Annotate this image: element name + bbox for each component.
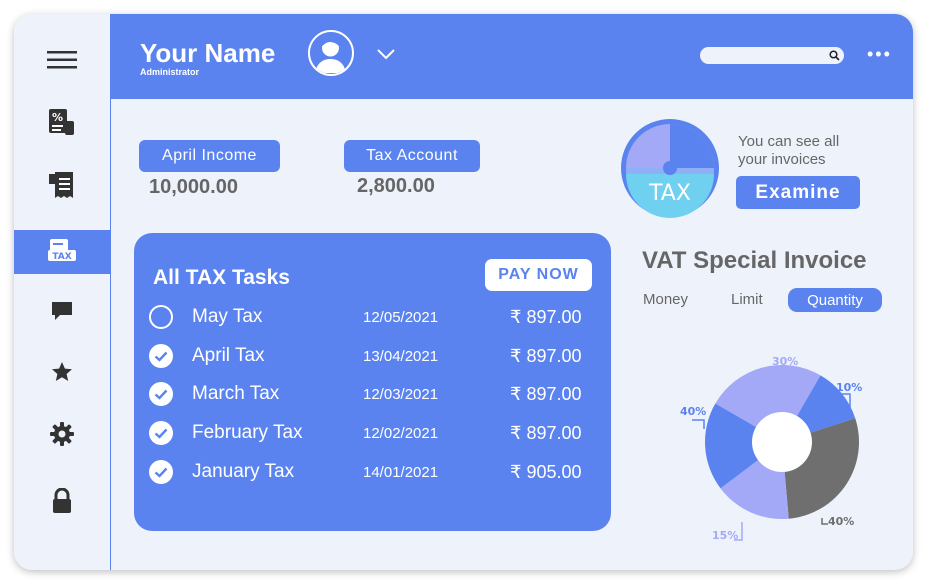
- tax-gauge: TAX: [620, 118, 720, 218]
- task-date: 13/04/2021: [363, 347, 439, 365]
- tasks-title: All TAX Tasks: [153, 266, 290, 289]
- task-name: May Tax: [192, 306, 263, 327]
- tax-account-label: Tax Account: [344, 140, 480, 172]
- check-circle-icon[interactable]: [149, 382, 173, 407]
- tax-gauge-label: TAX: [648, 181, 691, 206]
- task-name: March Tax: [192, 383, 280, 405]
- april-income-label: April Income: [139, 140, 280, 172]
- task-row[interactable]: March Tax 12/03/2021 ₹ 897.00: [134, 379, 611, 409]
- percent-receipt-icon[interactable]: %: [14, 100, 110, 144]
- sidebar-item-tax[interactable]: TAX: [14, 230, 110, 274]
- more-options-icon[interactable]: •••: [867, 44, 892, 65]
- task-date: 14/01/2021: [363, 463, 439, 481]
- receipt-icon[interactable]: [14, 163, 110, 207]
- tax-tasks-card: All TAX Tasks PAY NOW May Tax 12/05/2021 ₹…: [134, 233, 611, 531]
- avatar[interactable]: [308, 30, 354, 76]
- task-row[interactable]: January Tax 14/01/2021 ₹ 905.00: [134, 457, 611, 487]
- header-bar: Your Name Administrator •••: [110, 14, 913, 99]
- user-name: Your Name: [140, 38, 276, 68]
- task-row[interactable]: February Tax 12/02/2021 ₹ 897.00: [134, 418, 611, 448]
- tax-document-icon: TAX: [48, 239, 76, 262]
- tax-account-value: 2,800.00: [357, 175, 435, 197]
- user-avatar-icon: [310, 32, 351, 73]
- check-circle-icon[interactable]: [149, 343, 173, 368]
- task-row[interactable]: April Tax 13/04/2021 ₹ 897.00: [134, 341, 611, 371]
- task-name: February Tax: [192, 422, 303, 444]
- april-income-value: 10,000.00: [149, 176, 238, 198]
- donut-hole: [752, 412, 812, 472]
- tab-quantity[interactable]: Quantity: [788, 288, 882, 312]
- app-window: % TAX Your Name Administrator ••• April …: [14, 14, 913, 570]
- task-date: 12/02/2021: [363, 425, 439, 443]
- task-amount: ₹ 897.00: [510, 384, 582, 405]
- menu-icon[interactable]: [14, 38, 110, 82]
- pie-leader-line: [692, 419, 705, 429]
- search-input[interactable]: [700, 47, 844, 64]
- task-name: April Tax: [192, 344, 265, 366]
- pie-label: 15%: [712, 529, 738, 542]
- task-amount: ₹ 897.00: [510, 345, 582, 366]
- task-amount: ₹ 905.00: [510, 461, 582, 482]
- sidebar: % TAX: [14, 14, 111, 570]
- pie-label: 30%: [772, 355, 798, 368]
- vat-title: VAT Special Invoice: [642, 247, 867, 274]
- sidebar-tax-label: TAX: [52, 252, 71, 262]
- examine-button[interactable]: Examine: [736, 176, 860, 209]
- promo-text-line1: You can see all: [738, 133, 840, 150]
- user-role: Administrator: [140, 67, 200, 77]
- chevron-down-icon[interactable]: [376, 47, 396, 65]
- tab-limit[interactable]: Limit: [731, 291, 763, 308]
- pie-label: 40%: [680, 405, 706, 418]
- promo-text-line2: your invoices: [738, 151, 826, 168]
- task-row[interactable]: May Tax 12/05/2021 ₹ 897.00: [134, 302, 611, 332]
- vat-pie-chart: 30% 10% 40% 15% 40%: [680, 355, 862, 542]
- tab-money[interactable]: Money: [643, 291, 688, 308]
- lock-icon[interactable]: [14, 479, 110, 523]
- task-date: 12/05/2021: [363, 309, 439, 326]
- task-date: 12/03/2021: [363, 386, 439, 404]
- task-amount: ₹ 897.00: [510, 307, 582, 327]
- empty-circle-icon[interactable]: [149, 305, 173, 329]
- search-icon: [829, 50, 840, 61]
- star-icon[interactable]: [14, 350, 110, 394]
- svg-text:%: %: [52, 111, 63, 124]
- chat-icon[interactable]: [14, 289, 110, 333]
- task-amount: ₹ 897.00: [510, 423, 582, 444]
- check-circle-icon[interactable]: [149, 459, 173, 484]
- check-circle-icon[interactable]: [149, 421, 173, 446]
- task-name: January Tax: [192, 460, 295, 482]
- gear-icon[interactable]: [14, 412, 110, 456]
- pie-label: 10%: [836, 381, 862, 394]
- pie-label: 40%: [828, 515, 854, 528]
- pay-now-button[interactable]: PAY NOW: [485, 259, 592, 291]
